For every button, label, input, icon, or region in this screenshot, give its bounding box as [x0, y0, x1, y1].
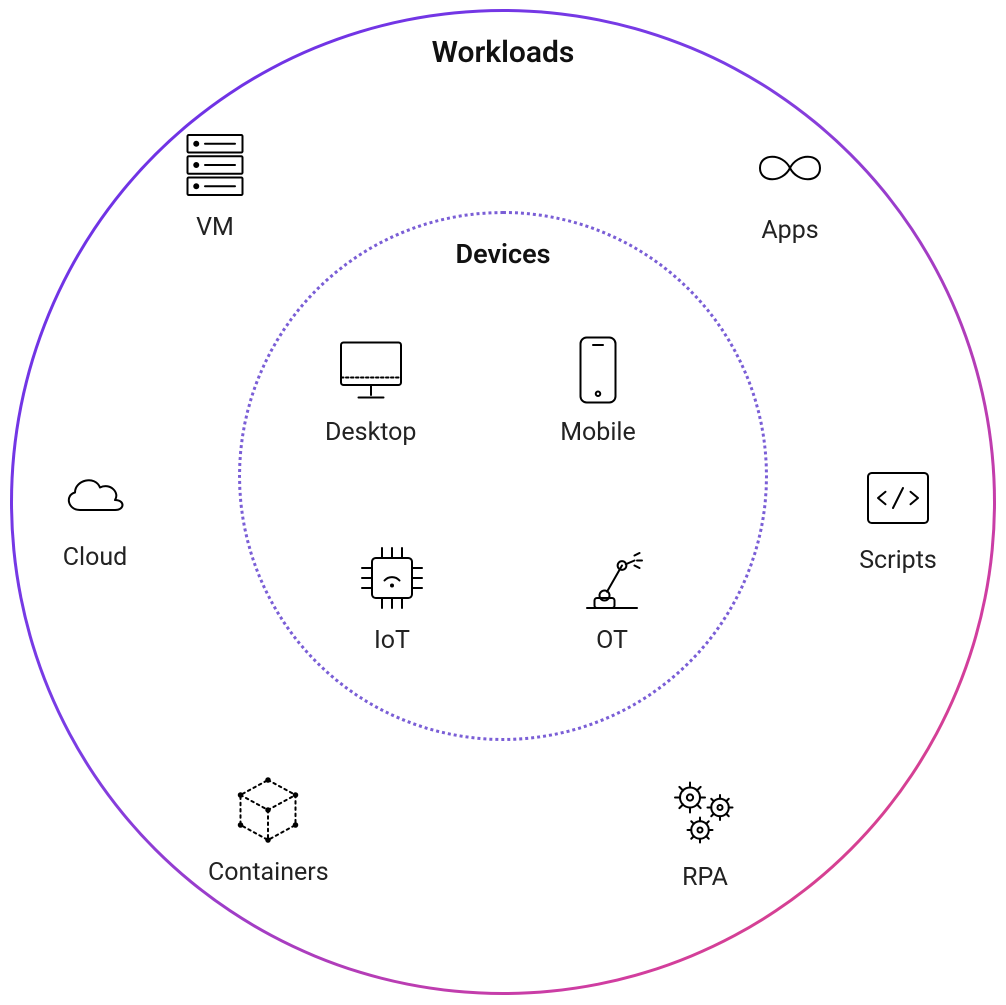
- outer-title: Workloads: [432, 35, 575, 70]
- workload-vm-label: VM: [196, 213, 234, 242]
- device-iot: IoT: [352, 538, 432, 655]
- workload-rpa-label: RPA: [682, 863, 728, 892]
- device-ot: OT: [572, 538, 652, 655]
- device-iot-label: IoT: [374, 626, 410, 655]
- device-desktop: Desktop: [325, 330, 416, 447]
- cloud-icon: [55, 455, 135, 535]
- workload-apps: Apps: [750, 128, 830, 245]
- inner-title: Devices: [456, 238, 551, 270]
- workload-scripts: Scripts: [858, 458, 938, 575]
- device-desktop-label: Desktop: [325, 418, 416, 447]
- robot-arm-icon: [572, 538, 652, 618]
- device-ot-label: OT: [596, 626, 628, 655]
- workload-cloud-label: Cloud: [63, 543, 128, 572]
- device-mobile-label: Mobile: [560, 418, 636, 447]
- gears-icon: [665, 775, 745, 855]
- inner-circle: [238, 211, 768, 741]
- workload-vm: VM: [175, 125, 255, 242]
- device-mobile: Mobile: [558, 330, 638, 447]
- server-icon: [175, 125, 255, 205]
- cube-icon: [228, 770, 308, 850]
- workload-rpa: RPA: [665, 775, 745, 892]
- workload-containers-label: Containers: [208, 858, 329, 887]
- code-icon: [858, 458, 938, 538]
- workload-containers: Containers: [208, 770, 329, 887]
- monitor-icon: [331, 330, 411, 410]
- chip-icon: [352, 538, 432, 618]
- workload-apps-label: Apps: [761, 216, 818, 245]
- workload-cloud: Cloud: [55, 455, 135, 572]
- infinity-icon: [750, 128, 830, 208]
- phone-icon: [558, 330, 638, 410]
- workload-scripts-label: Scripts: [859, 546, 937, 575]
